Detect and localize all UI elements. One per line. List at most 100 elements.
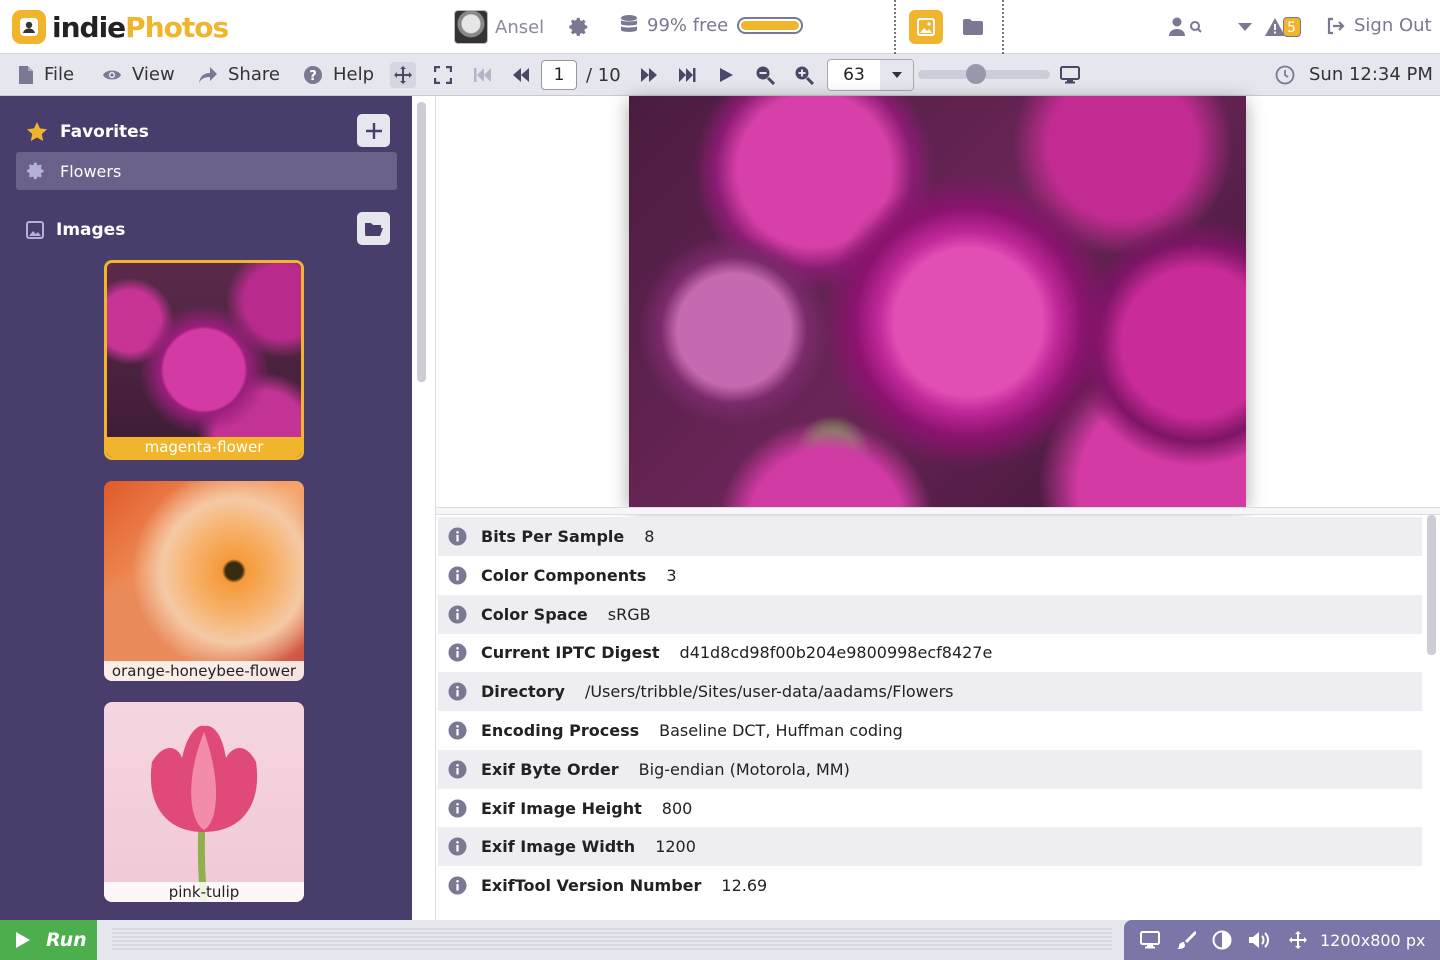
help-menu[interactable]: ? Help (303, 64, 374, 85)
thumbnail-magenta-flower[interactable]: magenta-flower (104, 260, 304, 460)
metadata-scrollbar[interactable] (1427, 515, 1436, 655)
next-page-button[interactable] (636, 62, 662, 88)
info-icon[interactable] (448, 643, 467, 662)
database-icon (621, 15, 637, 32)
metadata-row: Exif Image Height 800 (438, 789, 1422, 828)
play-icon (16, 932, 30, 948)
chevron-down-icon[interactable] (880, 60, 913, 90)
run-button[interactable]: Run (0, 920, 97, 960)
play-slideshow-button[interactable] (713, 62, 739, 88)
monitor-icon[interactable] (1140, 931, 1160, 949)
play-icon (720, 68, 733, 82)
top-header: indie Photos Ansel 99% free 5 Sign Out (0, 0, 1440, 54)
fit-screen-button[interactable] (1057, 62, 1083, 88)
info-icon[interactable] (448, 760, 467, 779)
info-icon[interactable] (448, 682, 467, 701)
info-icon[interactable] (448, 876, 467, 895)
first-page-button[interactable] (470, 62, 496, 88)
metadata-row: Current IPTC Digest d41d8cd98f00b204e9800… (438, 633, 1422, 672)
zoom-select[interactable]: 63 (827, 59, 914, 91)
eye-icon (103, 70, 121, 79)
user-menu[interactable]: Ansel (454, 10, 544, 44)
thumbnail-pink-tulip[interactable]: pink-tulip (104, 702, 304, 902)
metadata-value: 12.69 (721, 876, 768, 896)
gear-icon (27, 162, 44, 180)
metadata-key: Directory (481, 682, 565, 702)
svg-text:?: ? (309, 69, 317, 84)
open-folder-button[interactable] (357, 212, 390, 245)
info-icon[interactable] (448, 837, 467, 856)
view-menu[interactable]: View (102, 64, 175, 85)
thumbnail-image (104, 481, 304, 681)
move-arrows-icon (1289, 931, 1307, 949)
folder-icon[interactable] (960, 14, 986, 40)
share-menu[interactable]: Share (198, 64, 280, 85)
metadata-key: Exif Byte Order (481, 759, 619, 779)
thumbnail-image (104, 702, 304, 902)
pan-button[interactable] (390, 62, 416, 88)
plus-icon (365, 122, 382, 139)
thumbnail-orange-honeybee-flower[interactable]: orange-honeybee-flower (104, 481, 304, 681)
zoom-out-icon (756, 66, 775, 85)
move-arrows-icon (394, 66, 412, 84)
console-output (112, 928, 1112, 952)
sidebar-splitter[interactable] (412, 96, 436, 920)
file-menu[interactable]: File (18, 64, 74, 85)
panel-splitter[interactable] (436, 507, 1440, 515)
info-icon[interactable] (448, 527, 467, 546)
info-icon[interactable] (448, 721, 467, 740)
metadata-value: Big-endian (Motorola, MM) (638, 759, 850, 779)
sign-out-button[interactable]: Sign Out (1326, 15, 1432, 36)
add-favorite-button[interactable] (357, 114, 390, 147)
avatar (454, 10, 488, 44)
last-page-icon (679, 68, 696, 82)
notifications-button[interactable]: 5 (1261, 14, 1303, 40)
sidebar-scrollbar[interactable] (417, 102, 426, 382)
user-search-icon[interactable] (1166, 14, 1206, 40)
metadata-row: Exif Byte Order Big-endian (Motorola, MM) (438, 749, 1422, 789)
storage-label: 99% free (647, 14, 729, 36)
images-label: Images (56, 220, 126, 240)
contrast-icon[interactable] (1212, 930, 1232, 950)
header-divider (1002, 0, 1004, 54)
info-icon[interactable] (448, 605, 467, 624)
clock: Sun 12:34 PM (1275, 64, 1433, 85)
metadata-key: Color Space (481, 604, 588, 624)
metadata-row: Directory/Users/tribble/Sites/user-data/… (438, 672, 1422, 712)
page-number-input[interactable]: 1 (541, 60, 577, 90)
monitor-icon (1060, 66, 1080, 84)
share-menu-label: Share (228, 64, 280, 85)
view-menu-label: View (132, 64, 175, 85)
image-icon (917, 18, 935, 36)
sign-out-icon (1327, 17, 1345, 34)
zoom-out-button[interactable] (752, 62, 778, 88)
help-menu-label: Help (333, 64, 375, 85)
images-heading: Images (26, 220, 125, 240)
settings-gear-icon[interactable] (566, 14, 592, 40)
run-label: Run (46, 929, 87, 951)
paintbrush-icon[interactable] (1176, 930, 1196, 950)
page-total: / 10 (586, 65, 621, 86)
zoom-in-button[interactable] (791, 62, 817, 88)
zoom-slider-handle[interactable] (966, 64, 987, 84)
zoom-slider[interactable] (918, 64, 1050, 84)
metadata-key: ExifTool Version Number (481, 876, 702, 896)
fullscreen-button[interactable] (430, 62, 456, 88)
last-page-button[interactable] (674, 62, 700, 88)
volume-icon[interactable] (1248, 930, 1272, 950)
previous-page-button[interactable] (508, 62, 534, 88)
info-icon[interactable] (448, 566, 467, 585)
rewind-icon (513, 68, 529, 82)
caret-down-icon[interactable] (1232, 14, 1258, 40)
metadata-panel: Bits Per Sample 8 Color Components 3 Color S… (436, 515, 1440, 920)
app-name-part2: Photos (125, 10, 229, 44)
image-viewer[interactable] (436, 96, 1440, 507)
metadata-key: Exif Image Height (481, 798, 642, 818)
image-view-button[interactable] (909, 10, 943, 44)
info-icon[interactable] (448, 799, 467, 818)
metadata-row: Exif Image Width 1200 (438, 827, 1422, 867)
sidebar-item-flowers[interactable]: Flowers (16, 152, 397, 190)
app-logo[interactable]: indie Photos (12, 10, 229, 44)
metadata-row: Color Components 3 (438, 556, 1422, 595)
storage-bar (737, 16, 804, 34)
